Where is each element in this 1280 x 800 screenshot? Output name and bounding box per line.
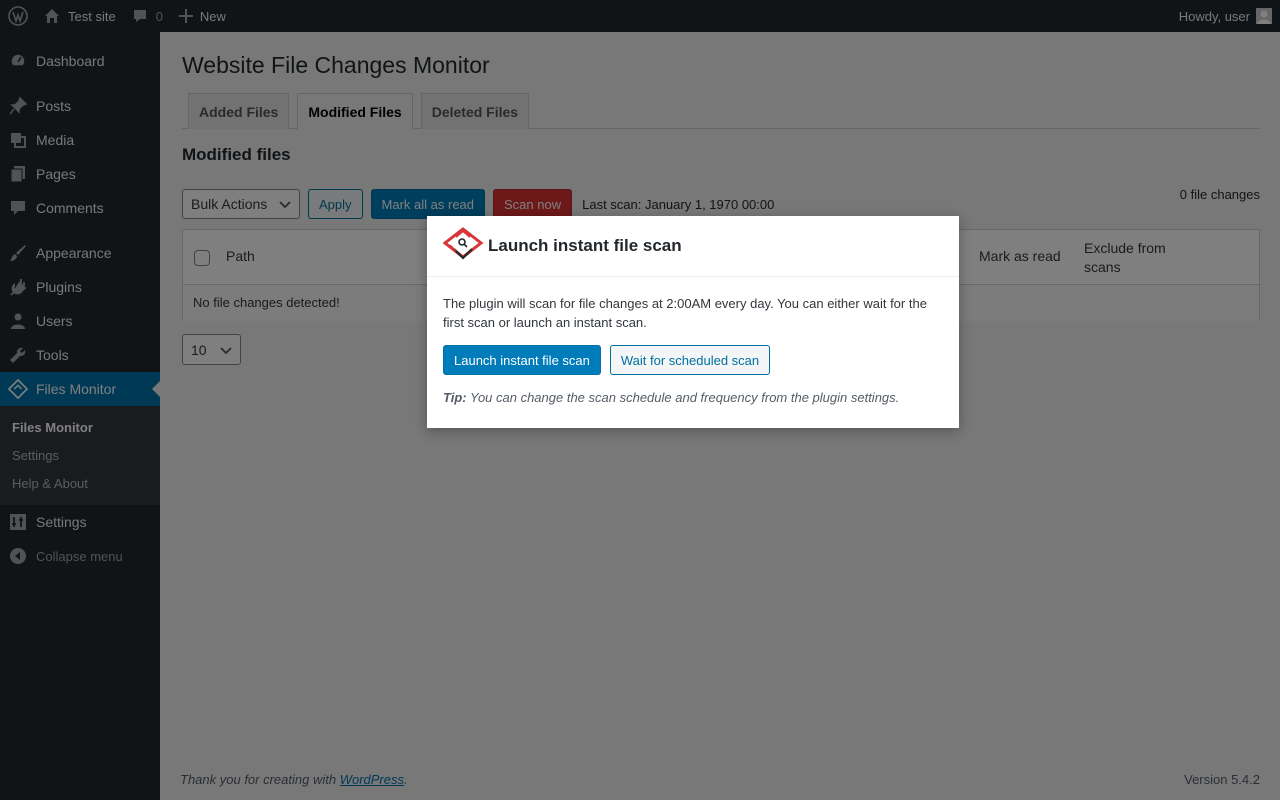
modal-body: The plugin will scan for file changes at…: [427, 277, 959, 405]
launch-scan-modal: Launch instant file scan The plugin will…: [427, 216, 959, 428]
tip-text: You can change the scan schedule and fre…: [469, 390, 900, 405]
wait-scheduled-scan-button[interactable]: Wait for scheduled scan: [609, 345, 771, 375]
modal-tip: Tip: You can change the scan schedule an…: [443, 390, 943, 405]
modal-header: Launch instant file scan: [427, 216, 959, 277]
modal-title: Launch instant file scan: [488, 236, 682, 255]
launch-instant-scan-button[interactable]: Launch instant file scan: [443, 345, 601, 375]
plugin-logo-icon: [442, 226, 484, 266]
tip-label: Tip:: [443, 390, 467, 405]
modal-description: The plugin will scan for file changes at…: [443, 296, 927, 330]
modal-actions: Launch instant file scan Wait for schedu…: [443, 345, 943, 375]
